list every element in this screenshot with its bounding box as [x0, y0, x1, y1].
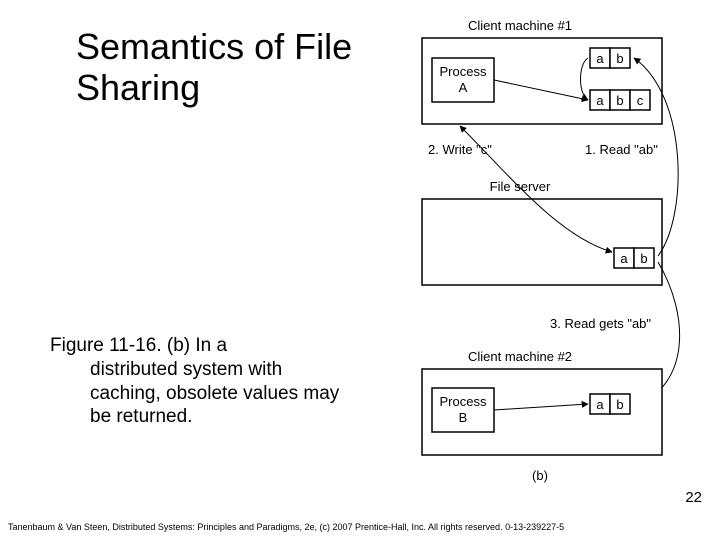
caption-body: distributed system with caching, obsolet… — [90, 358, 340, 429]
cell-b2: b — [616, 93, 623, 108]
label-client2: Client machine #2 — [468, 349, 572, 364]
cell-a: a — [596, 51, 604, 66]
cell-b3: b — [640, 251, 647, 266]
cell-c: c — [637, 93, 644, 108]
label-process-a-2: A — [459, 80, 468, 95]
figure-diagram: Client machine #1 Process A a b a b c 2.… — [390, 16, 700, 496]
footer-citation: Tanenbaum & Van Steen, Distributed Syste… — [8, 522, 712, 532]
label-subfigure-b: (b) — [532, 468, 548, 483]
label-process-a-1: Process — [440, 64, 487, 79]
label-process-b-1: Process — [440, 394, 487, 409]
cell-b: b — [616, 51, 623, 66]
caption-lead: Figure 11-16. (b) In a — [50, 335, 227, 356]
figure-caption: Figure 11-16. (b) In a distributed syste… — [50, 334, 340, 429]
cell-a4: a — [596, 397, 604, 412]
label-process-b-2: B — [459, 410, 468, 425]
label-step1: 1. Read "ab" — [585, 142, 658, 157]
label-step3: 3. Read gets "ab" — [550, 316, 651, 331]
label-client1: Client machine #1 — [468, 18, 572, 33]
slide: Semantics of File Sharing Figure 11-16. … — [0, 0, 720, 540]
cell-b4: b — [616, 397, 623, 412]
label-fileserver: File server — [490, 179, 551, 194]
slide-title: Semantics of File Sharing — [76, 26, 366, 109]
cell-a3: a — [620, 251, 628, 266]
cell-a2: a — [596, 93, 604, 108]
